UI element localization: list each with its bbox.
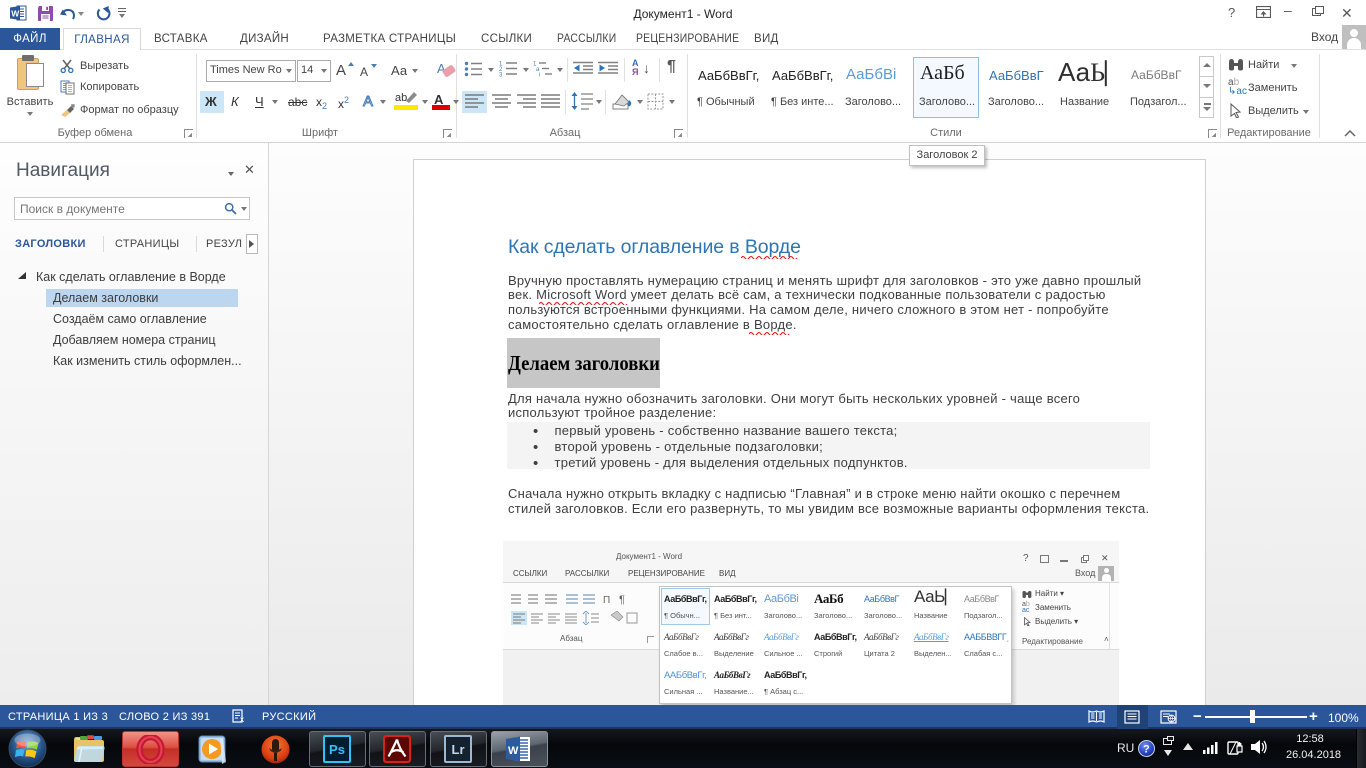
svg-text:?: ? bbox=[1143, 744, 1150, 756]
svg-text:x: x bbox=[240, 715, 244, 724]
svg-text:i: i bbox=[539, 73, 540, 78]
svg-text:W: W bbox=[508, 745, 519, 757]
svg-text:3: 3 bbox=[499, 73, 503, 78]
svg-text:W: W bbox=[11, 9, 20, 19]
svg-text:П: П bbox=[603, 595, 610, 606]
svg-text:¶: ¶ bbox=[619, 594, 625, 606]
